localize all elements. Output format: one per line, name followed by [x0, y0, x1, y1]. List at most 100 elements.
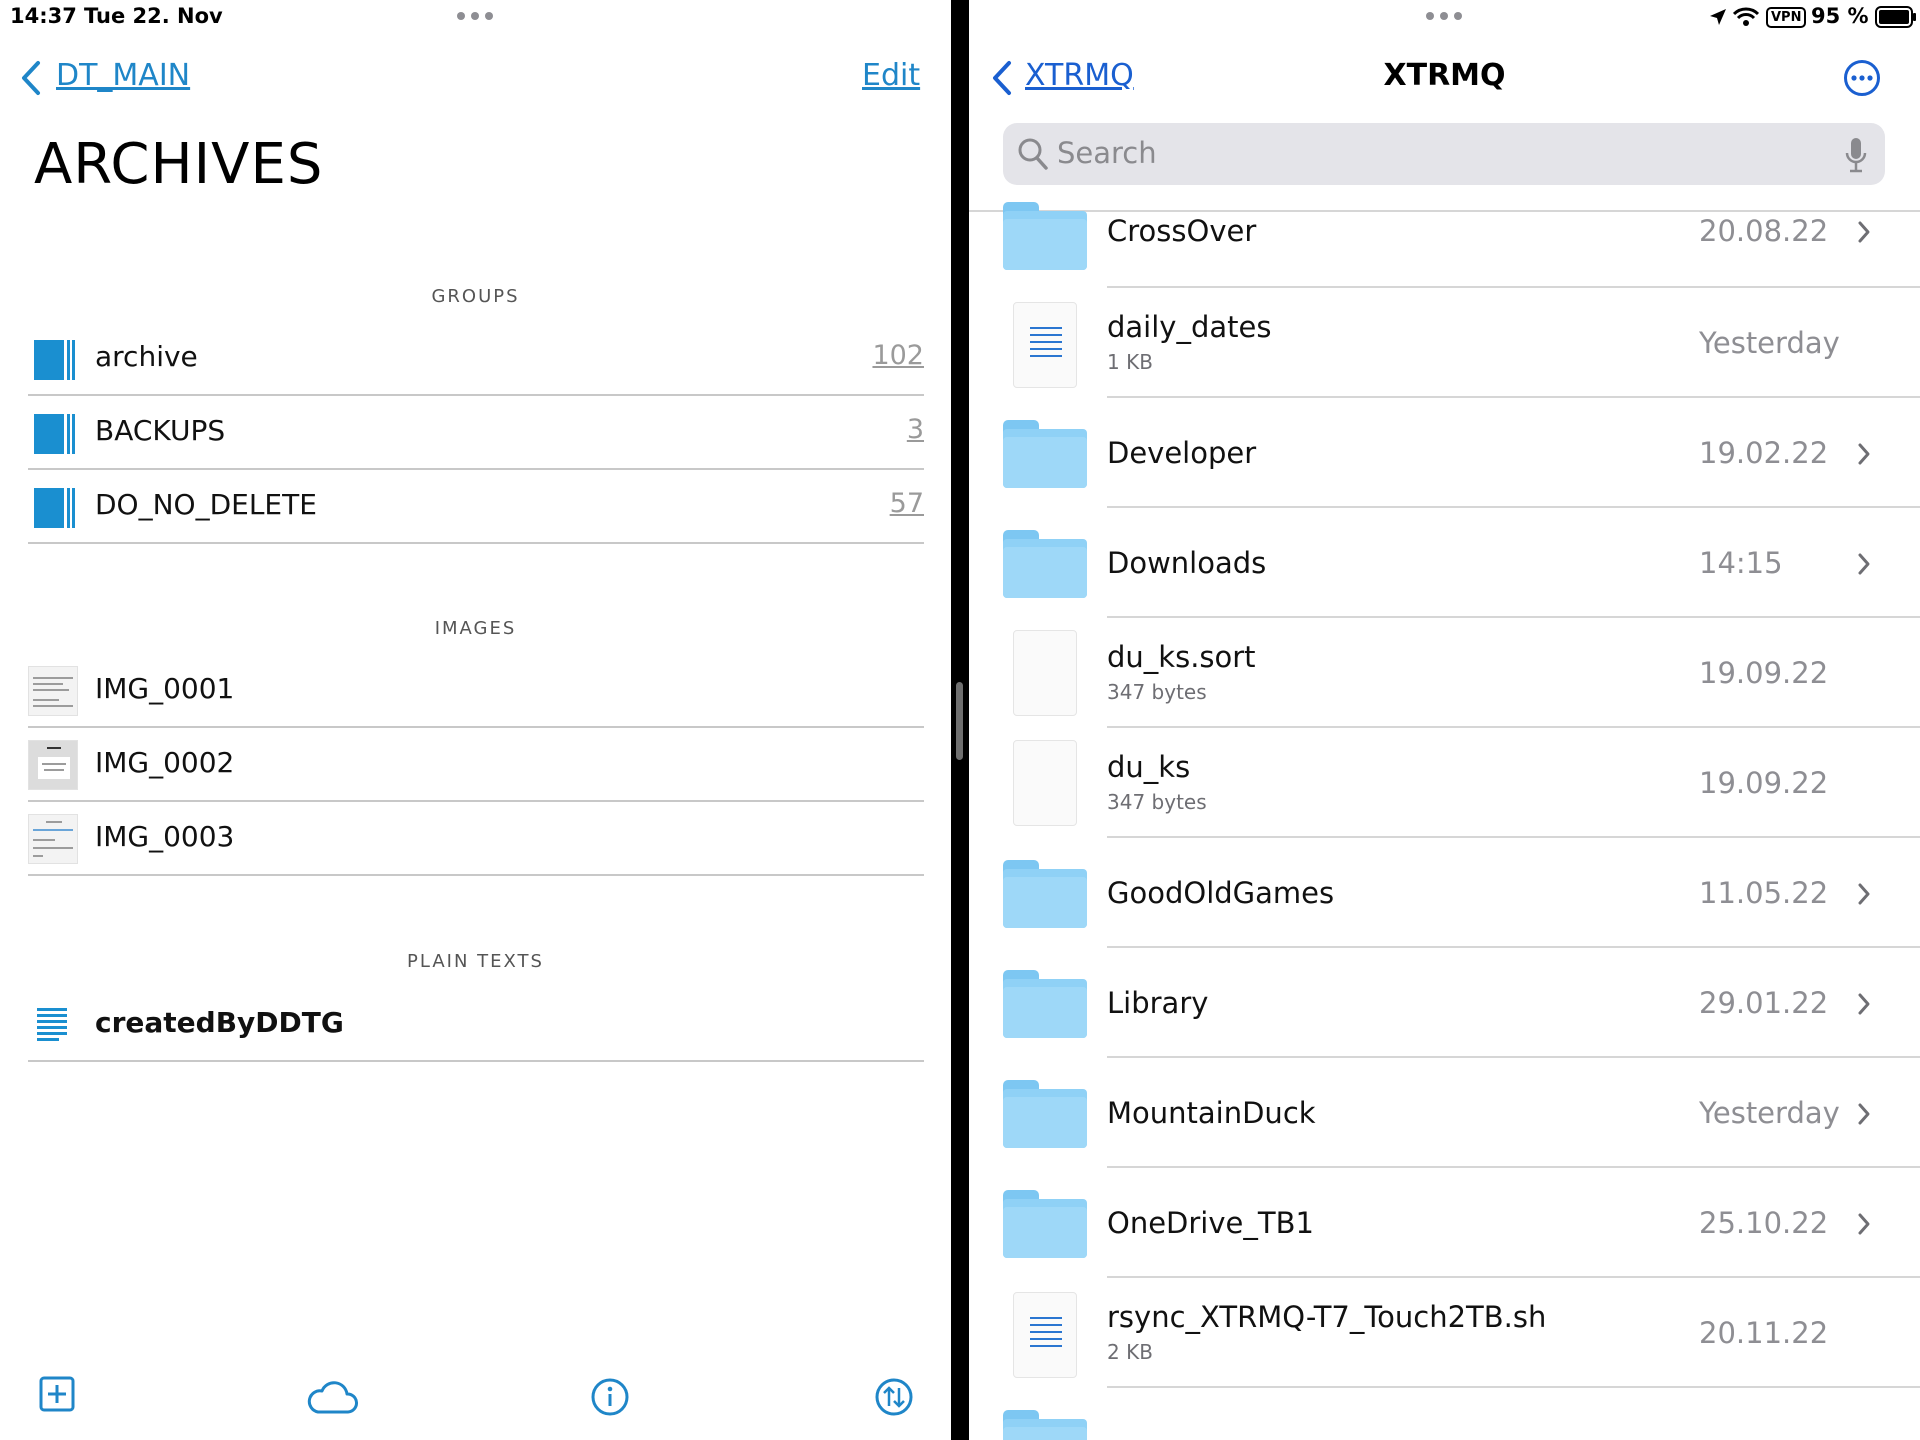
file-date: 25.10.22 [1699, 1206, 1829, 1240]
file-row-mountainduck[interactable]: MountainDuck Yesterday [969, 1058, 1920, 1168]
file-row-developer[interactable]: Developer 19.02.22 [969, 398, 1920, 508]
file-name: MountainDuck [1107, 1096, 1316, 1130]
file-name: daily_dates [1107, 310, 1272, 344]
blank-file-icon [1003, 740, 1077, 826]
folder-icon [1003, 1410, 1087, 1440]
image-row-img-0001[interactable]: IMG_0001 [28, 654, 924, 728]
group-icon [34, 414, 75, 454]
section-header-plain-texts: PLAIN TEXTS [407, 951, 544, 972]
group-count[interactable]: 102 [872, 340, 924, 371]
group-label: archive [95, 340, 198, 373]
page-title: XTRMQ [1383, 58, 1506, 93]
file-date: 11.05.22 [1699, 876, 1829, 910]
blank-file-icon [1003, 630, 1077, 716]
image-row-img-0003[interactable]: IMG_0003 [28, 802, 924, 876]
search-icon [1018, 138, 1048, 170]
image-label: IMG_0003 [95, 820, 235, 853]
file-row-partial[interactable] [969, 1388, 1920, 1440]
plaintext-row-createdbyddtg[interactable]: createdByDDTG [28, 988, 924, 1062]
group-icon [34, 340, 75, 380]
file-name: OneDrive_TB1 [1107, 1206, 1314, 1240]
file-date: 20.11.22 [1699, 1316, 1829, 1350]
battery-icon [1875, 6, 1916, 28]
back-chevron-icon[interactable] [20, 60, 42, 96]
status-time: 14:37 [10, 4, 77, 28]
group-row-backups[interactable]: BACKUPS 3 [28, 396, 924, 470]
file-date: 19.02.22 [1699, 436, 1829, 470]
wifi-icon [1733, 7, 1759, 26]
search-bar[interactable]: Search [1003, 123, 1885, 185]
chevron-right-icon [1858, 1103, 1870, 1125]
section-header-groups: GROUPS [431, 286, 520, 307]
file-row-downloads[interactable]: Downloads 14:15 [969, 508, 1920, 618]
image-label: IMG_0002 [95, 746, 235, 779]
split-view-divider[interactable] [951, 0, 969, 1440]
file-date: 20.08.22 [1699, 214, 1829, 248]
file-date: 14:15 [1699, 546, 1783, 580]
image-row-img-0002[interactable]: IMG_0002 [28, 728, 924, 802]
file-row-du-ks-sort[interactable]: du_ks.sort 347 bytes 19.09.22 [969, 618, 1920, 728]
file-name: rsync_XTRMQ-T7_Touch2TB.sh [1107, 1300, 1547, 1334]
file-name: du_ks [1107, 750, 1191, 784]
image-thumbnail [28, 666, 78, 716]
file-date: 19.09.22 [1699, 656, 1829, 690]
file-date: 19.09.22 [1699, 766, 1829, 800]
file-row-daily-dates[interactable]: daily_dates 1 KB Yesterday [969, 288, 1920, 398]
file-row-goodoldgames[interactable]: GoodOldGames 11.05.22 [969, 838, 1920, 948]
folder-icon [1003, 1080, 1087, 1148]
file-size: 347 bytes [1107, 790, 1207, 814]
file-date: Yesterday [1699, 1096, 1840, 1130]
folder-icon [1003, 420, 1087, 488]
edit-button[interactable]: Edit [862, 58, 920, 93]
group-count[interactable]: 3 [907, 414, 924, 445]
back-button[interactable]: DT_MAIN [56, 58, 190, 93]
location-arrow-icon [1710, 9, 1726, 25]
group-label: BACKUPS [95, 414, 226, 447]
chevron-right-icon [1858, 221, 1870, 243]
file-date: 29.01.22 [1699, 986, 1829, 1020]
left-pane: 14:37 Tue 22. Nov DT_MAIN Edit ARCHIVES … [0, 0, 951, 1440]
search-input[interactable]: Search [1057, 136, 1157, 170]
image-thumbnail [28, 740, 78, 790]
chevron-right-icon [1858, 993, 1870, 1015]
file-name: GoodOldGames [1107, 876, 1335, 910]
file-row-library[interactable]: Library 29.01.22 [969, 948, 1920, 1058]
image-label: IMG_0001 [95, 672, 235, 705]
file-size: 1 KB [1107, 350, 1153, 374]
file-row-rsync-script[interactable]: rsync_XTRMQ-T7_Touch2TB.sh 2 KB 20.11.22 [969, 1278, 1920, 1388]
file-row-du-ks[interactable]: du_ks 347 bytes 19.09.22 [969, 728, 1920, 838]
folder-icon [1003, 202, 1087, 270]
file-row-crossover[interactable]: CrossOver 20.08.22 [969, 178, 1920, 288]
text-document-icon [37, 1008, 67, 1041]
info-icon[interactable] [590, 1377, 630, 1417]
microphone-icon[interactable] [1845, 137, 1867, 173]
battery-percent: 95 % [1811, 4, 1869, 28]
file-date: Yesterday [1699, 326, 1840, 360]
multitasking-dots-right[interactable] [1426, 12, 1462, 20]
text-file-icon [1003, 1292, 1077, 1378]
file-size: 2 KB [1107, 1340, 1153, 1364]
plaintext-label: createdByDDTG [95, 1006, 344, 1039]
group-row-do-no-delete[interactable]: DO_NO_DELETE 57 [28, 470, 924, 544]
image-thumbnail [28, 814, 78, 864]
more-options-icon[interactable] [1843, 59, 1881, 97]
file-name: Downloads [1107, 546, 1267, 580]
add-square-icon[interactable] [39, 1376, 75, 1412]
file-name: Library [1107, 986, 1209, 1020]
file-name: Developer [1107, 436, 1257, 470]
split-view-handle[interactable] [956, 682, 963, 760]
group-count[interactable]: 57 [890, 488, 924, 519]
chevron-right-icon [1858, 883, 1870, 905]
multitasking-dots-left[interactable] [457, 12, 493, 20]
group-icon [34, 488, 75, 528]
group-row-archive[interactable]: archive 102 [28, 322, 924, 396]
file-name: CrossOver [1107, 214, 1257, 248]
status-date: Tue 22. Nov [84, 4, 223, 28]
group-label: DO_NO_DELETE [95, 488, 317, 521]
text-file-icon [1003, 302, 1077, 388]
folder-icon [1003, 970, 1087, 1038]
cloud-icon[interactable] [306, 1381, 358, 1415]
file-row-onedrive-tb1[interactable]: OneDrive_TB1 25.10.22 [969, 1168, 1920, 1278]
vpn-badge: VPN [1766, 7, 1807, 28]
sync-arrows-icon[interactable] [874, 1377, 914, 1417]
